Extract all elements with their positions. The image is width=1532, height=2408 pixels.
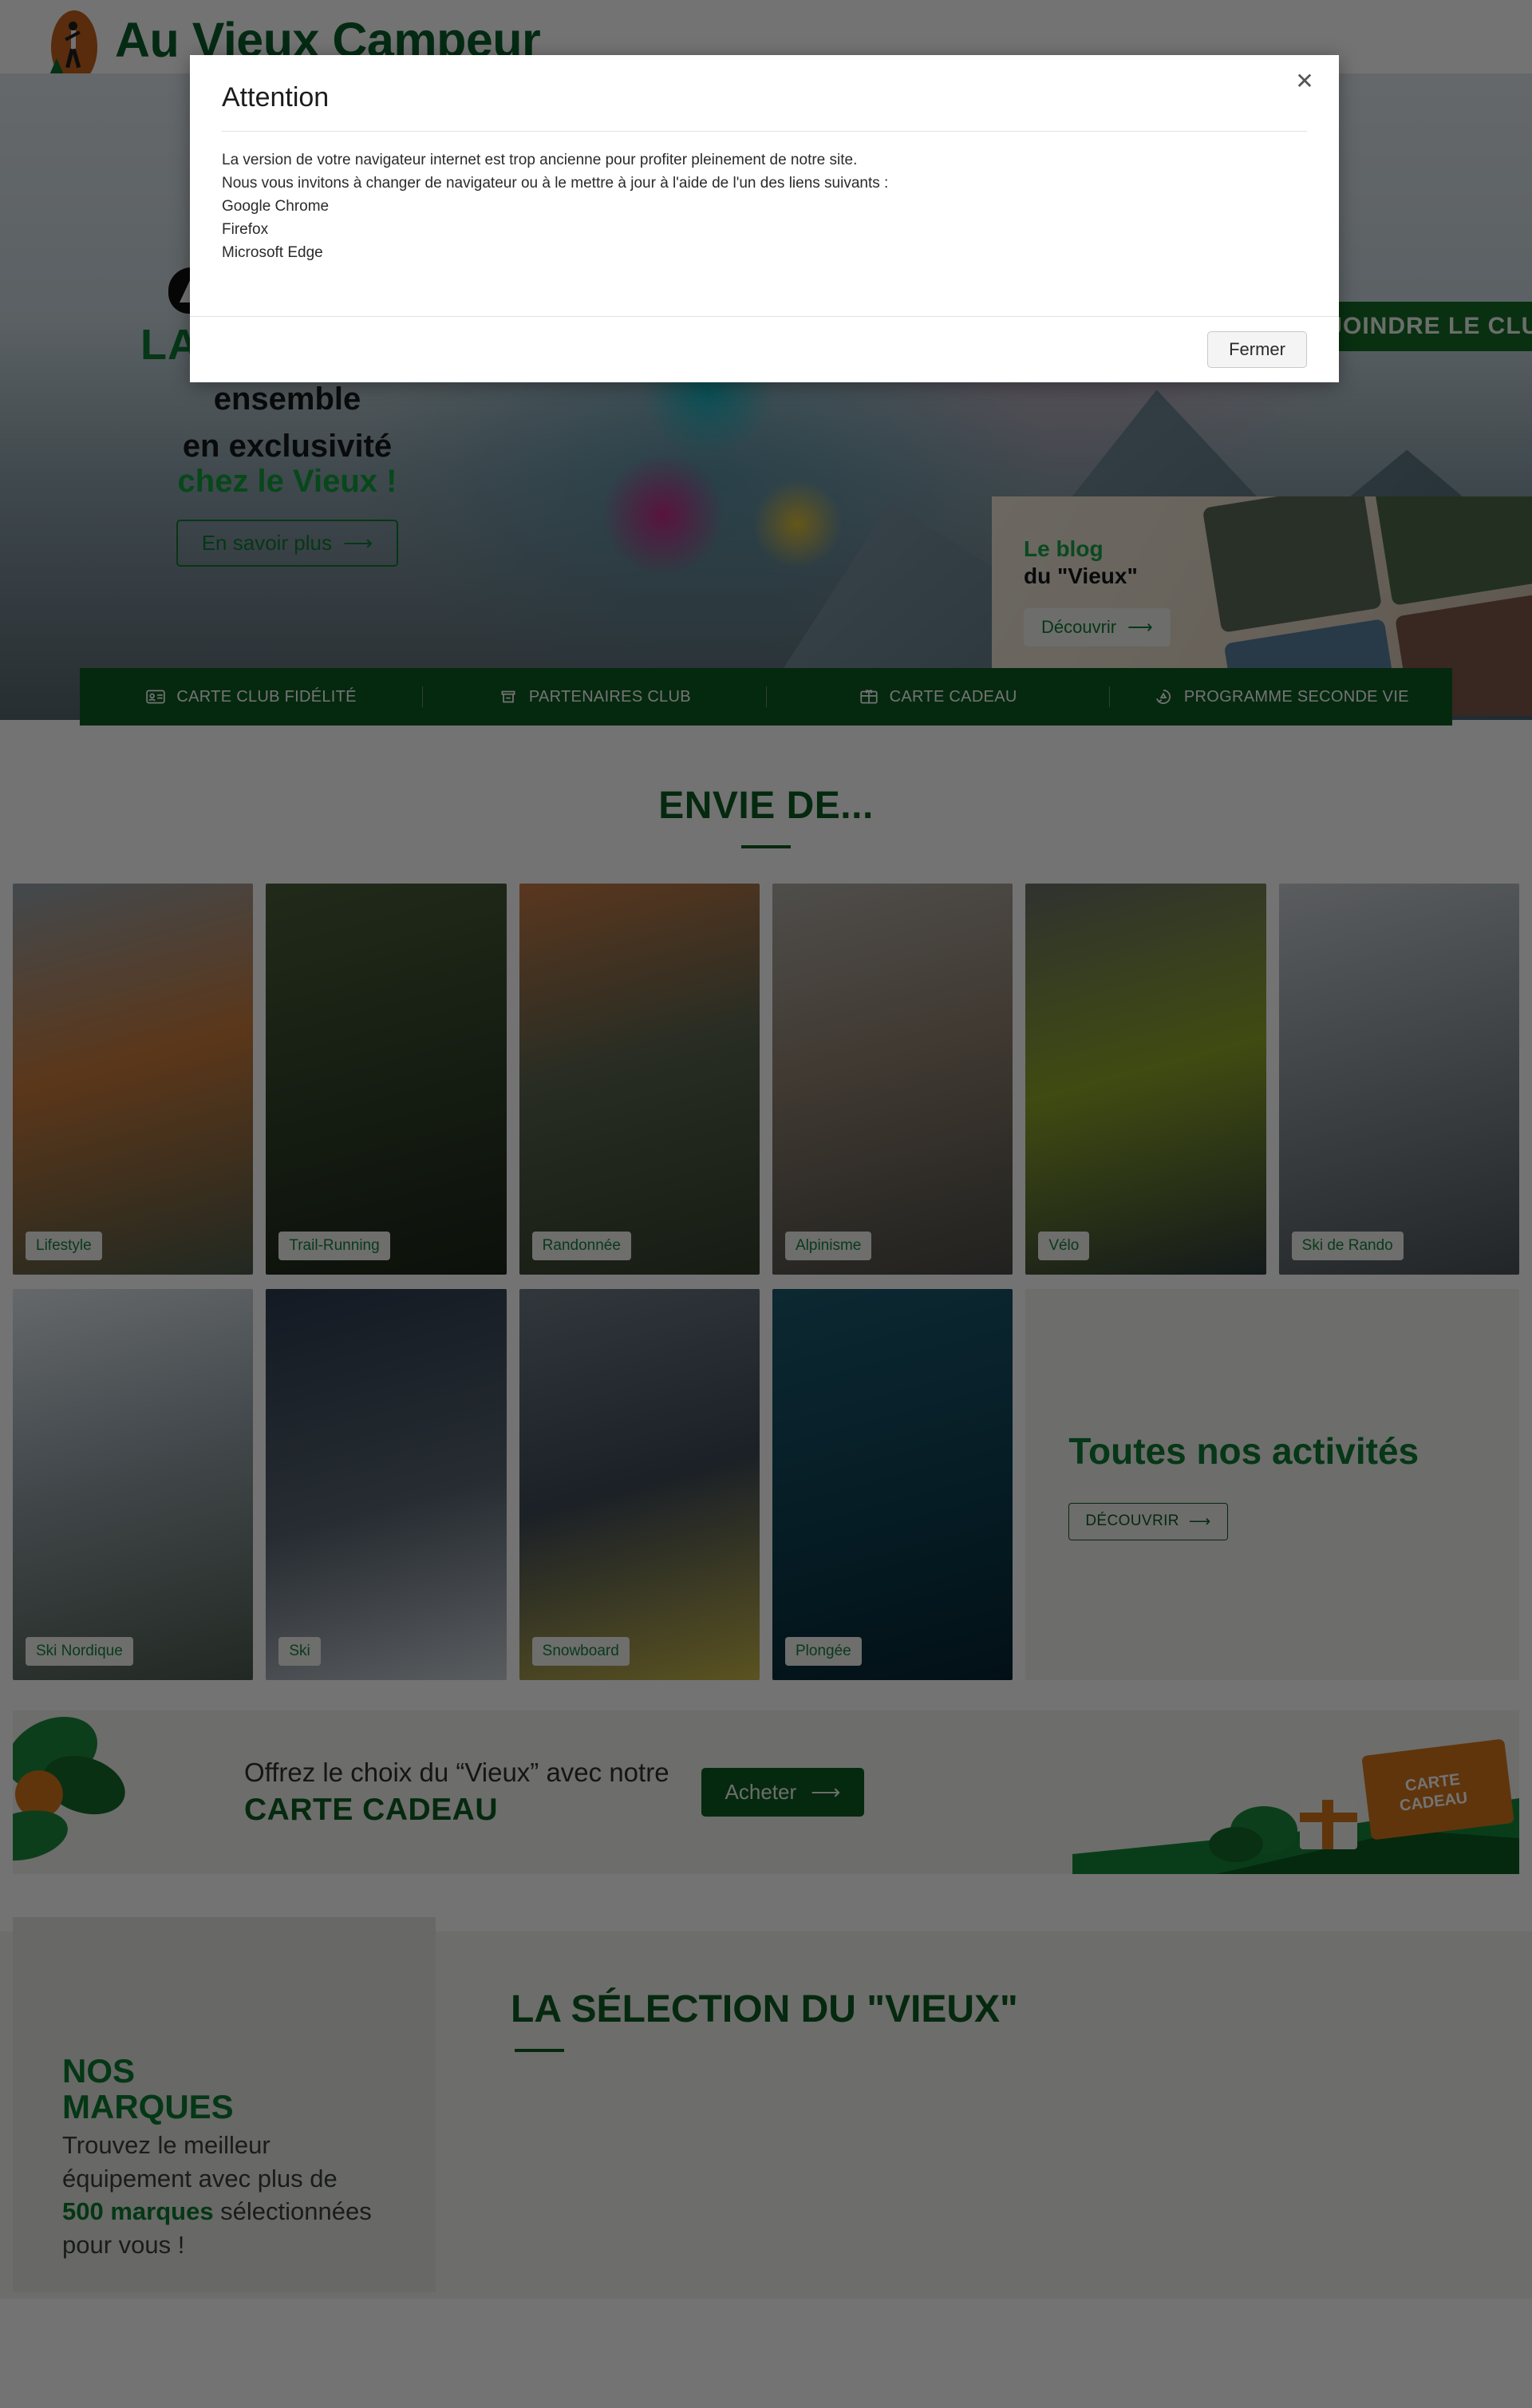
modal-footer: Fermer — [190, 316, 1339, 382]
modal-close-button[interactable]: Fermer — [1207, 331, 1307, 368]
modal-link-edge[interactable]: Microsoft Edge — [222, 242, 1307, 265]
modal-title: Attention — [222, 82, 330, 113]
close-icon[interactable]: ✕ — [1288, 65, 1321, 98]
modal-link-firefox[interactable]: Firefox — [222, 219, 1307, 242]
browser-warning-modal: Attention ✕ La version de votre navigate… — [190, 55, 1339, 382]
modal-text-line2: Nous vous invitons à changer de navigate… — [222, 174, 889, 192]
page-root: Au Vieux Campeur NOUVEAUTÉ PICTURE LA SP… — [0, 0, 1532, 2408]
modal-text-line1: La version de votre navigateur internet … — [222, 152, 858, 168]
modal-header: Attention ✕ — [190, 55, 1339, 113]
modal-link-chrome[interactable]: Google Chrome — [222, 196, 1307, 219]
modal-body: La version de votre navigateur internet … — [190, 132, 1339, 316]
